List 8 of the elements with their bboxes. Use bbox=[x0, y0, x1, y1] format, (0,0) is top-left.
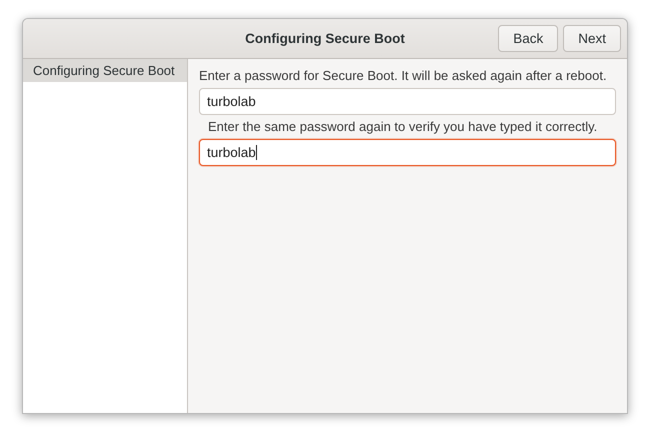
field-label: Enter a password for Secure Boot. It will be asked again after a reboot. bbox=[199, 67, 607, 85]
window-title: Configuring Secure Boot bbox=[245, 31, 405, 46]
field-label: Enter the same password again to verify you have typed it correctly. bbox=[207, 118, 598, 136]
password-field[interactable]: turbolab bbox=[199, 139, 616, 166]
header-button[interactable]: Back bbox=[498, 25, 558, 52]
password-field[interactable]: turbolab bbox=[199, 88, 616, 115]
sidebar-item[interactable]: Configuring Secure Boot bbox=[23, 59, 187, 82]
header-button[interactable]: Next bbox=[563, 25, 621, 52]
